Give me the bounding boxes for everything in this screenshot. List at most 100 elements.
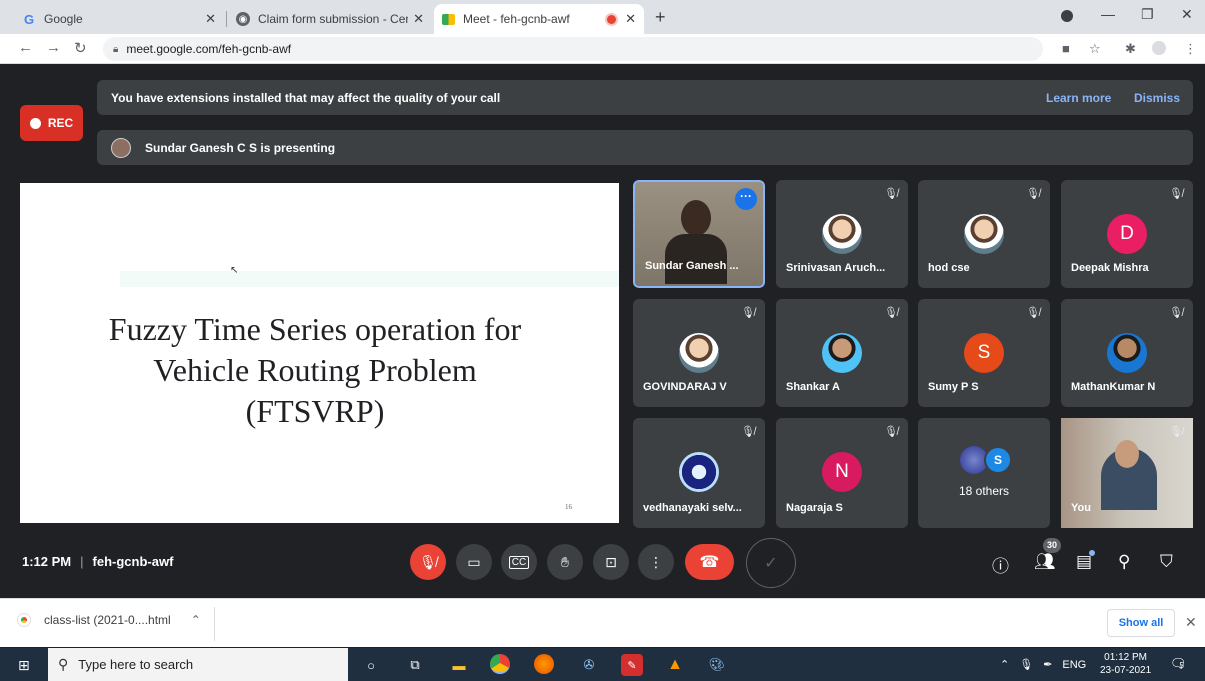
- presenting-banner: Sundar Ganesh C S is presenting: [97, 130, 1193, 165]
- camera-indicator-icon[interactable]: ■: [1062, 41, 1070, 56]
- chrome-taskbar-icon[interactable]: [490, 654, 510, 674]
- language-indicator[interactable]: ENG: [1062, 659, 1086, 671]
- tab-title: Meet - feh-gcnb-awf: [463, 12, 570, 26]
- account-avatar-icon[interactable]: [1152, 41, 1166, 58]
- minimize-icon[interactable]: —: [1101, 6, 1115, 22]
- windows-start-icon[interactable]: ⊞: [18, 657, 30, 674]
- google-icon: G: [23, 11, 35, 27]
- tab-google[interactable]: G Google ✕: [14, 4, 224, 34]
- present-now-button[interactable]: ⊡: [593, 544, 629, 580]
- check-icon: ✓: [764, 555, 778, 572]
- close-icon[interactable]: ✕: [625, 11, 636, 27]
- kebab-icon: ⋮: [649, 553, 663, 570]
- participant-tile[interactable]: 🎙︎̸ S Sumy P S: [918, 299, 1050, 407]
- slide-title-line: Vehicle Routing Problem: [153, 352, 477, 388]
- mic-off-icon: 🎙︎̸: [884, 426, 898, 438]
- close-icon[interactable]: ✕: [205, 11, 216, 27]
- mic-toggle-button[interactable]: 🎙︎̸: [410, 544, 446, 580]
- meeting-info-icon[interactable]: ⓘ: [992, 552, 1009, 577]
- shared-screen[interactable]: ↖ Fuzzy Time Series operation for Vehicl…: [20, 183, 619, 523]
- more-options-button[interactable]: ⋮: [638, 544, 674, 580]
- participant-avatar: D: [1107, 214, 1147, 254]
- close-icon[interactable]: ✕: [413, 11, 424, 27]
- more-options-icon[interactable]: ···: [735, 188, 757, 210]
- bookmark-star-icon[interactable]: ☆: [1089, 41, 1101, 57]
- extensions-puzzle-icon[interactable]: ✱: [1125, 41, 1136, 57]
- taskbar-clock[interactable]: 01:12 PM 23-07-2021: [1100, 651, 1151, 677]
- cortana-icon[interactable]: ○: [360, 654, 382, 676]
- mic-off-icon: 🎙︎̸: [884, 188, 898, 200]
- new-tab-button[interactable]: +: [655, 7, 666, 28]
- participant-avatar: S: [964, 333, 1004, 373]
- back-arrow-icon[interactable]: ←: [18, 39, 33, 56]
- participant-name: MathanKumar N: [1071, 381, 1156, 393]
- pdf-reader-icon[interactable]: ✎: [621, 654, 643, 676]
- vlc-icon[interactable]: ▲: [664, 654, 686, 676]
- mic-off-icon: 🎙︎̸: [1169, 307, 1183, 319]
- others-avatar: S: [984, 446, 1012, 474]
- meeting-time: 1:12 PM: [22, 554, 72, 569]
- file-explorer-icon[interactable]: ▬: [448, 654, 470, 676]
- task-view-icon[interactable]: ⧉: [404, 654, 426, 676]
- participant-avatar: [822, 333, 862, 373]
- recording-badge[interactable]: REC: [20, 105, 83, 141]
- participant-name: Sundar Ganesh ...: [645, 260, 739, 272]
- close-window-icon[interactable]: ✕: [1181, 6, 1193, 23]
- notification-icon[interactable]: 🗨︎5: [1170, 656, 1187, 672]
- download-item[interactable]: class-list (2021-0....html ⌃: [18, 613, 201, 627]
- present-screen-icon: ⊡: [605, 553, 617, 570]
- paint-icon[interactable]: 🎨︎: [706, 654, 728, 676]
- participant-tile[interactable]: 🎙︎̸ hod cse: [918, 180, 1050, 288]
- mic-off-icon: 🎙︎̸: [741, 307, 755, 319]
- app-icon[interactable]: ✇: [578, 654, 600, 676]
- participant-tile[interactable]: 🎙︎̸ Shankar A: [776, 299, 908, 407]
- leave-call-button[interactable]: ☎︎: [685, 544, 734, 580]
- dismiss-button[interactable]: Dismiss: [1134, 91, 1180, 105]
- menu-kebab-icon[interactable]: ⋮: [1184, 41, 1197, 57]
- close-icon[interactable]: ✕: [1185, 614, 1197, 631]
- raise-hand-button[interactable]: ✋︎: [547, 544, 583, 580]
- slide-title-line: (FTSVRP): [245, 393, 385, 429]
- participant-tile[interactable]: 🎙︎̸ Srinivasan Aruch...: [776, 180, 908, 288]
- meet-call-area: REC You have extensions installed that m…: [0, 64, 1205, 598]
- tab-claim-form[interactable]: ◉ Claim form submission - Centre f ✕: [228, 4, 432, 34]
- microphone-icon[interactable]: 🎙︎: [1019, 658, 1033, 671]
- attendance-check-button[interactable]: ✓: [746, 538, 796, 588]
- participant-name: Sumy P S: [928, 381, 979, 393]
- participant-tile[interactable]: 🎙︎̸ MathanKumar N: [1061, 299, 1193, 407]
- others-tile[interactable]: S 18 others: [918, 418, 1050, 528]
- participant-tile[interactable]: 🎙︎̸ N Nagaraja S: [776, 418, 908, 528]
- self-tile[interactable]: 🎙︎̸ You: [1061, 418, 1193, 528]
- extension-warning-text: You have extensions installed that may a…: [111, 90, 501, 105]
- participant-name: GOVINDARAJ V: [643, 381, 727, 393]
- participant-tile[interactable]: 🎙︎̸ D Deepak Mishra: [1061, 180, 1193, 288]
- forward-arrow-icon[interactable]: →: [46, 39, 61, 56]
- participant-tile[interactable]: ··· Sundar Ganesh ...: [633, 180, 765, 288]
- self-video-face: [1115, 440, 1139, 468]
- host-controls-icon[interactable]: ⛉: [1160, 552, 1173, 572]
- hand-icon: ✋︎: [561, 553, 569, 570]
- chevron-up-icon[interactable]: ⌃: [1000, 658, 1009, 671]
- show-all-button[interactable]: Show all: [1107, 609, 1175, 637]
- phone-hangup-icon: ☎︎: [699, 554, 720, 571]
- tab-meet[interactable]: Meet - feh-gcnb-awf ✕: [434, 4, 644, 34]
- firefox-icon[interactable]: [534, 654, 554, 674]
- chat-unread-dot: [1089, 550, 1095, 556]
- profile-icon[interactable]: [1061, 9, 1073, 25]
- camera-toggle-button[interactable]: ▭: [456, 544, 492, 580]
- captions-button[interactable]: CC: [501, 544, 537, 580]
- participant-tile[interactable]: 🎙︎̸ GOVINDARAJ V: [633, 299, 765, 407]
- lock-icon: 🔒︎: [113, 43, 119, 55]
- activities-icon[interactable]: ⚲: [1118, 552, 1130, 572]
- slide-title: Fuzzy Time Series operation for Vehicle …: [20, 309, 610, 432]
- learn-more-link[interactable]: Learn more: [1046, 91, 1111, 105]
- chevron-up-icon[interactable]: ⌃: [191, 613, 201, 627]
- restore-icon[interactable]: ❐: [1141, 6, 1154, 23]
- participant-tile[interactable]: 🎙︎̸ vedhanayaki selv...: [633, 418, 765, 528]
- pen-icon[interactable]: ✒︎: [1043, 658, 1052, 671]
- taskbar-search-box[interactable]: ⚲ Type here to search: [48, 648, 348, 681]
- address-bar[interactable]: 🔒︎ meet.google.com/feh-gcnb-awf: [103, 37, 1043, 61]
- people-icon[interactable]: 👥︎: [1034, 552, 1056, 572]
- participant-name: Deepak Mishra: [1071, 262, 1149, 274]
- reload-icon[interactable]: ↻: [74, 39, 87, 57]
